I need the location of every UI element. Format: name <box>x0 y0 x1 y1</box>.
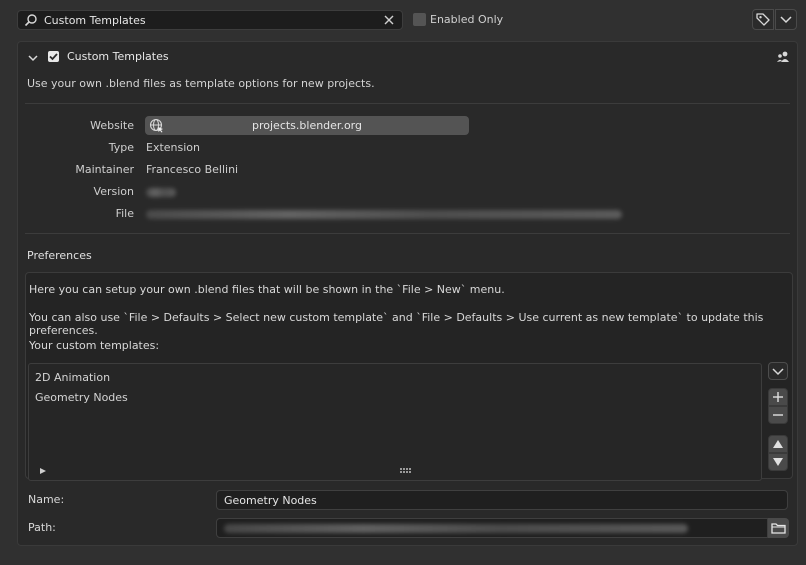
name-label: Name: <box>28 493 65 506</box>
browse-file-button[interactable] <box>768 518 789 538</box>
minus-icon <box>773 414 783 416</box>
triangle-down-icon <box>773 458 783 466</box>
chevron-down-icon <box>772 368 784 376</box>
addon-description: Use your own .blend files as template op… <box>27 77 375 90</box>
website-link[interactable]: projects.blender.org <box>145 119 469 132</box>
preferences-info-line: Here you can setup your own .blend files… <box>29 283 505 296</box>
preferences-box: Here you can setup your own .blend files… <box>25 272 793 481</box>
version-label: Version <box>93 185 134 198</box>
tag-icon <box>756 13 770 26</box>
search-icon <box>24 14 37 27</box>
triangle-up-icon <box>773 440 783 448</box>
addon-title: Custom Templates <box>67 50 169 63</box>
enabled-only-label[interactable]: Enabled Only <box>430 13 503 26</box>
add-template-button[interactable] <box>768 388 788 406</box>
file-label: File <box>115 207 134 220</box>
search-input[interactable]: Custom Templates <box>17 10 403 30</box>
remove-template-button[interactable] <box>768 406 788 424</box>
folder-icon <box>771 523 786 534</box>
list-item[interactable]: 2D Animation <box>35 371 110 384</box>
template-path-field[interactable]: /media/doc/Videomaking/Blender projects/… <box>216 518 768 538</box>
template-name-value: Geometry Nodes <box>224 494 317 507</box>
addon-panel: Custom Templates Use your own .blend fil… <box>17 41 798 546</box>
template-path-value: /media/doc/Videomaking/Blender projects/… <box>217 519 218 520</box>
plus-icon <box>773 392 783 402</box>
path-label: Path: <box>28 521 56 534</box>
list-item[interactable]: Geometry Nodes <box>35 391 128 404</box>
move-down-button[interactable] <box>768 453 788 471</box>
checkmark-icon <box>49 53 58 61</box>
maintainer-value: Francesco Bellini <box>146 163 239 176</box>
preferences-title: Preferences <box>27 249 92 262</box>
enabled-only-checkbox[interactable] <box>413 13 426 26</box>
templates-list[interactable]: 2D Animation Geometry Nodes <box>28 363 762 481</box>
preferences-info-line: You can also use `File > Defaults > Sele… <box>29 311 764 337</box>
template-name-field[interactable]: Geometry Nodes <box>216 490 788 510</box>
clear-search-icon[interactable] <box>382 13 396 27</box>
move-up-button[interactable] <box>768 435 788 453</box>
expand-arrow-icon[interactable] <box>39 467 47 475</box>
tags-filter-button[interactable] <box>752 9 774 30</box>
type-value: Extension <box>146 141 201 154</box>
templates-heading: Your custom templates: <box>29 339 160 352</box>
website-label: Website <box>90 119 134 132</box>
list-menu-button[interactable] <box>768 362 788 380</box>
maintainer-label: Maintainer <box>75 163 134 176</box>
search-value: Custom Templates <box>44 14 146 27</box>
collapse-chevron-icon[interactable] <box>27 52 39 64</box>
type-label: Type <box>108 141 134 154</box>
divider <box>25 233 790 234</box>
addon-enabled-checkbox[interactable] <box>48 51 59 62</box>
resize-grip-icon[interactable] <box>400 468 412 474</box>
website-button[interactable]: projects.blender.org <box>145 116 469 135</box>
users-icon <box>777 51 789 62</box>
tags-menu-button[interactable] <box>775 9 797 30</box>
divider <box>25 103 790 104</box>
chevron-down-icon <box>780 16 792 24</box>
